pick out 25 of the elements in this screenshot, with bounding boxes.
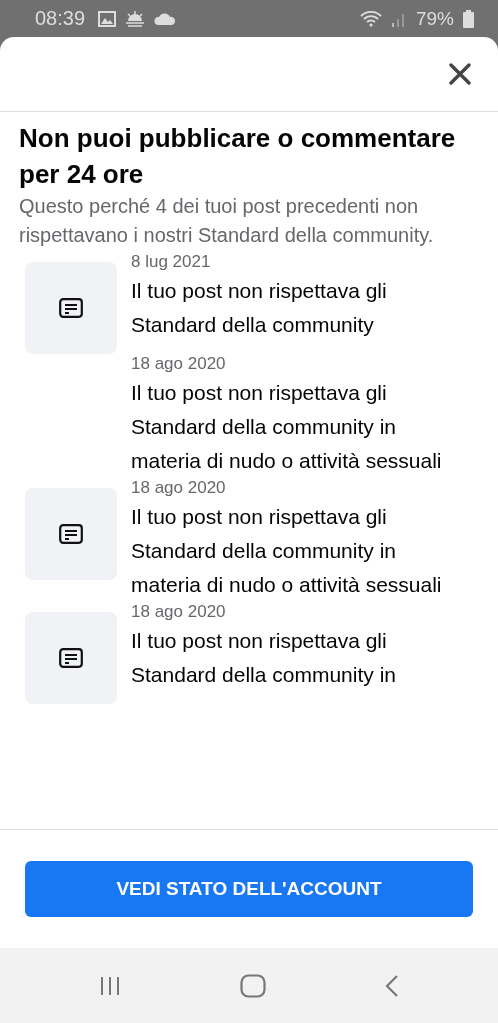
recent-apps-icon[interactable] [99, 975, 122, 996]
back-icon[interactable] [384, 973, 399, 998]
image-icon [98, 10, 117, 27]
post-date: 18 ago 2020 [131, 478, 227, 498]
violation-text: Il tuo post non rispettava gli Standard della community in [131, 628, 397, 688]
page-title: Non puoi pubblicare o commentare per 24 ore [19, 122, 457, 191]
status-time: 08:39 [35, 7, 86, 30]
cloud-icon [154, 12, 177, 25]
close-icon[interactable] [449, 63, 471, 85]
post-date: 18 ago 2020 [131, 602, 227, 622]
post-icon [59, 298, 83, 318]
post-icon [59, 648, 83, 668]
violation-text: Il tuo post non rispettava gli Standard della community [131, 278, 388, 338]
weather-icon [125, 10, 146, 27]
post-date: 8 lug 2021 [131, 252, 212, 272]
battery-percent: 79% [415, 7, 454, 30]
violation-text: Il tuo post non rispettava gli Standard della community in materia di nudo o attività sessuali [131, 504, 443, 598]
page-subtitle: Questo perché 4 dei tuoi post precedenti non rispettavano i nostri Standard della community. [19, 194, 435, 248]
wifi-icon [359, 10, 382, 27]
battery-icon [463, 9, 474, 28]
account-status-button[interactable]: VEDI STATO DELL'ACCOUNT [25, 861, 473, 917]
home-icon[interactable] [240, 973, 266, 998]
post-date: 18 ago 2020 [131, 354, 227, 374]
post-icon [59, 524, 83, 544]
violation-text: Il tuo post non rispettava gli Standard della community in materia di nudo o attività sessuali [131, 380, 443, 474]
